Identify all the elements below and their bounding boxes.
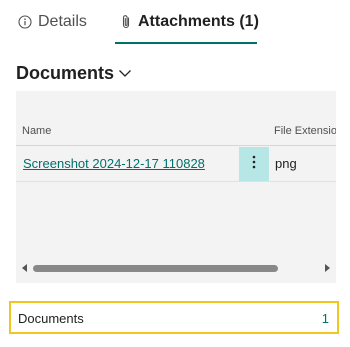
horizontal-scrollbar[interactable]	[16, 261, 336, 275]
cue-label: Documents	[18, 311, 84, 326]
scrollbar-track[interactable]	[33, 265, 318, 272]
column-header-file-extension[interactable]: File Extension	[274, 125, 336, 137]
chevron-down-icon	[118, 68, 132, 78]
paperclip-icon	[120, 14, 132, 30]
grid-header: Name File Extension	[16, 121, 336, 143]
document-name-link[interactable]: Screenshot 2024-12-17 110828	[23, 156, 205, 171]
documents-grid: Name File Extension Screenshot 2024-12-1…	[16, 91, 336, 283]
tab-attachments-label: Attachments (1)	[138, 13, 259, 30]
tab-details[interactable]: Details	[18, 10, 87, 34]
table-row: Screenshot 2024-12-17 110828 png	[16, 147, 336, 181]
info-icon	[18, 15, 32, 29]
scrollbar-thumb[interactable]	[33, 265, 278, 272]
section-title: Documents	[16, 62, 115, 83]
column-header-name[interactable]: Name	[22, 125, 51, 137]
section-title-dropdown[interactable]: Documents	[16, 61, 132, 85]
cue-count[interactable]: 1	[322, 311, 329, 326]
active-tab-indicator	[115, 42, 257, 44]
header-divider	[16, 145, 336, 146]
row-actions-button[interactable]	[239, 147, 269, 181]
scroll-left-arrow-icon[interactable]	[22, 264, 27, 272]
row-divider	[16, 181, 336, 182]
tab-bar: Details Attachments (1)	[0, 0, 350, 46]
more-vertical-icon	[252, 155, 256, 174]
document-extension: png	[275, 156, 297, 171]
tab-details-label: Details	[38, 13, 87, 30]
tab-attachments[interactable]: Attachments (1)	[120, 10, 259, 34]
scroll-right-arrow-icon[interactable]	[325, 264, 330, 272]
documents-cue[interactable]: Documents 1	[9, 301, 339, 334]
